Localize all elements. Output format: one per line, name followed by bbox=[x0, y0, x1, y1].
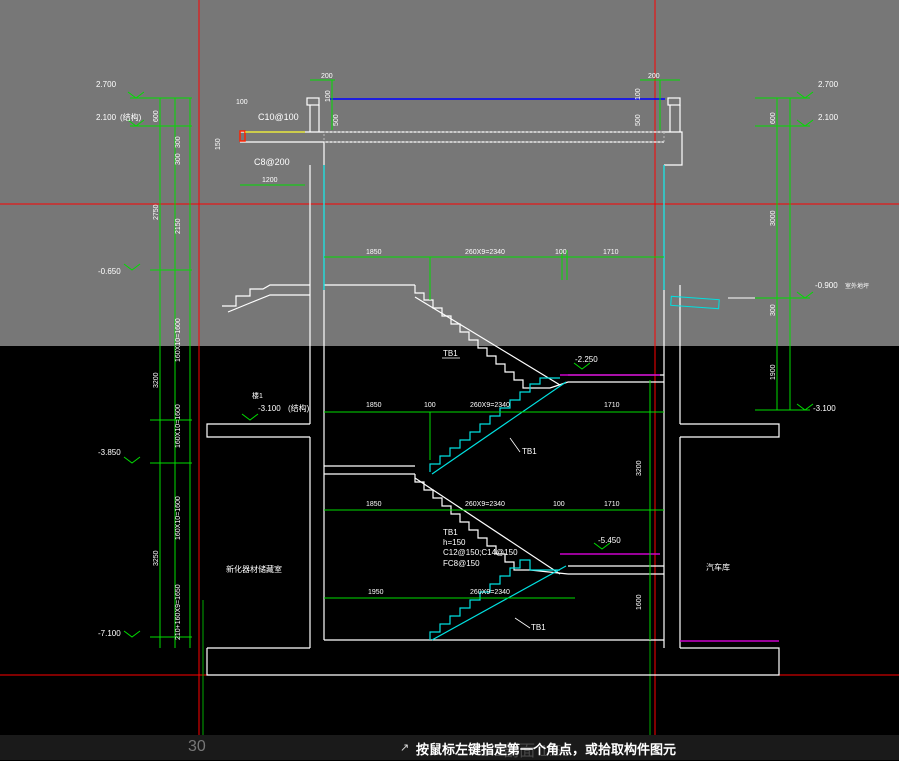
dim-300-b: 300 bbox=[175, 153, 182, 165]
elev-left-b1: -3.100 bbox=[258, 404, 281, 413]
tb1-spec-h: h=150 bbox=[443, 538, 466, 547]
elev-right-ground-note: 室外地坪 bbox=[845, 282, 869, 290]
axis-number-label: 30 bbox=[188, 738, 206, 755]
command-prompt-text: 按鼠标左键指定第一个角点，或拾取构件图元 bbox=[416, 743, 677, 758]
dim-100-a: 100 bbox=[236, 99, 248, 106]
elev-left-b1-note: (结构) bbox=[288, 403, 310, 413]
tb1-label-a: TB1 bbox=[443, 349, 458, 358]
dim-600-left: 600 bbox=[153, 110, 160, 122]
elev-right-top: 2.700 bbox=[818, 80, 839, 89]
room-right-label: 汽车库 bbox=[706, 562, 730, 572]
dim-1850-c: 1850 bbox=[366, 501, 382, 508]
elev-left-top: 2.700 bbox=[96, 80, 117, 89]
elev-left-roof-note: (结构) bbox=[120, 112, 142, 122]
elev-right-b1: -3.100 bbox=[813, 404, 836, 413]
rebar-bottom-label: C8@200 bbox=[254, 157, 290, 167]
dim-3250: 3250 bbox=[153, 550, 160, 566]
dim-2750: 2750 bbox=[153, 204, 160, 220]
dim-200-right: 200 bbox=[648, 73, 660, 80]
dim-1710-c: 1710 bbox=[604, 501, 620, 508]
dim-100-run2: 100 bbox=[424, 402, 436, 409]
elev-left-ground: -0.650 bbox=[98, 267, 121, 276]
dim-3000-right: 3000 bbox=[770, 210, 777, 226]
elev-landing2: -5.450 bbox=[598, 536, 621, 545]
tb1-label-c: TB1 bbox=[443, 528, 458, 537]
dim-1710-a: 1710 bbox=[603, 249, 619, 256]
dim-1600-right: 1600 bbox=[636, 594, 643, 610]
cursor-arrow-icon: ↗ bbox=[400, 742, 410, 754]
rebar-top-label: C10@100 bbox=[258, 112, 299, 122]
left-b1-label: 楼1 bbox=[252, 391, 263, 400]
dim-200-left: 200 bbox=[321, 73, 333, 80]
elev-left-bottom: -7.100 bbox=[98, 629, 121, 638]
elev-landing1: -2.250 bbox=[575, 355, 598, 364]
dim-160x10-a: 160X10=1600 bbox=[175, 318, 182, 362]
elev-left-roof: 2.100 bbox=[96, 113, 117, 122]
elev-right-ground: -0.900 bbox=[815, 281, 838, 290]
tb1-label-d: TB1 bbox=[531, 623, 546, 632]
dim-500-right: 500 bbox=[635, 114, 642, 126]
dim-210: 210+160X9=1650 bbox=[175, 584, 182, 640]
dim-150: 150 bbox=[215, 138, 222, 150]
dim-100-c: 100 bbox=[635, 88, 642, 100]
dim-1200: 1200 bbox=[262, 177, 278, 184]
dim-160x10-b: 160X10=1600 bbox=[175, 404, 182, 448]
tb1-label-b: TB1 bbox=[522, 447, 537, 456]
dim-1950: 1950 bbox=[368, 589, 384, 596]
room-left-label: 新化器材储藏室 bbox=[226, 564, 282, 574]
cad-drawing-canvas[interactable]: 2.700 2.100 (结构) -0.650 -3.100 (结构) -3.8… bbox=[0, 0, 899, 760]
elev-left-b1b: -3.850 bbox=[98, 448, 121, 457]
dim-2340-d: 260X9=2340 bbox=[470, 589, 510, 596]
dim-2150: 2150 bbox=[175, 218, 182, 234]
upper-viewport-bg bbox=[0, 0, 899, 346]
dim-3200-right: 3200 bbox=[636, 460, 643, 476]
dim-100-run1: 100 bbox=[555, 249, 567, 256]
dim-160x10-c: 160X10=1600 bbox=[175, 496, 182, 540]
dim-600-right: 600 bbox=[770, 112, 777, 124]
dim-1710-b: 1710 bbox=[604, 402, 620, 409]
dim-2340-b: 260X9=2340 bbox=[470, 402, 510, 409]
dim-2340-a: 260X9=2340 bbox=[465, 249, 505, 256]
tb1-spec-fc: FC8@150 bbox=[443, 559, 480, 568]
tb1-spec-rebar: C12@150;C14@150 bbox=[443, 548, 518, 557]
dim-100-b: 100 bbox=[325, 90, 332, 102]
dim-300-right: 300 bbox=[770, 304, 777, 316]
command-status-bar: 30 1-1剖面 1:50 ↗ 按鼠标左键指定第一个角点，或拾取构件图元 bbox=[0, 735, 899, 760]
dim-300-a: 300 bbox=[175, 136, 182, 148]
dim-100-run3: 100 bbox=[553, 501, 565, 508]
elev-right-roof: 2.100 bbox=[818, 113, 839, 122]
dim-1850-b: 1850 bbox=[366, 402, 382, 409]
dim-500-left: 500 bbox=[333, 114, 340, 126]
dim-3200-left: 3200 bbox=[153, 372, 160, 388]
dim-1900-right: 1900 bbox=[770, 364, 777, 380]
dim-1850-a: 1850 bbox=[366, 249, 382, 256]
dim-2340-c: 260X9=2340 bbox=[465, 501, 505, 508]
